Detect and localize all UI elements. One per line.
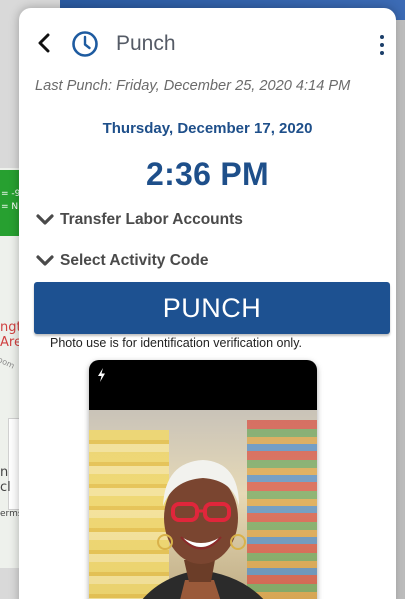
select-activity-code-label: Select Activity Code — [60, 252, 209, 269]
punch-card: Punch Last Punch: Friday, December 25, 2… — [19, 8, 396, 599]
background-panel-text: n cl — [0, 465, 11, 495]
more-vertical-icon — [380, 35, 384, 39]
person-photo — [142, 460, 264, 599]
camera-preview — [89, 360, 317, 599]
page-title: Punch — [116, 32, 176, 55]
transfer-labor-accounts-label: Transfer Labor Accounts — [60, 211, 243, 228]
punch-button[interactable]: PUNCH — [34, 282, 390, 334]
chevron-down-icon — [36, 214, 54, 225]
more-options-button[interactable] — [375, 32, 389, 58]
current-date: Thursday, December 17, 2020 — [102, 120, 313, 137]
back-button[interactable] — [34, 30, 54, 56]
clock-icon — [72, 31, 98, 57]
background-right-edge — [396, 20, 405, 599]
more-vertical-icon — [380, 43, 384, 47]
camera-feed — [89, 410, 317, 599]
more-vertical-icon — [380, 51, 384, 55]
chevron-down-icon — [36, 255, 54, 266]
last-punch-text: Last Punch: Friday, December 25, 2020 4:… — [35, 78, 351, 94]
current-time: 2:36 PM — [145, 156, 270, 192]
punch-header: Punch — [19, 8, 396, 80]
transfer-labor-accounts-toggle[interactable]: Transfer Labor Accounts — [36, 209, 243, 231]
chevron-left-icon — [38, 33, 50, 53]
select-activity-code-toggle[interactable]: Select Activity Code — [36, 250, 208, 272]
photo-disclaimer: Photo use is for identification verifica… — [50, 336, 302, 350]
flash-icon[interactable] — [97, 368, 106, 382]
